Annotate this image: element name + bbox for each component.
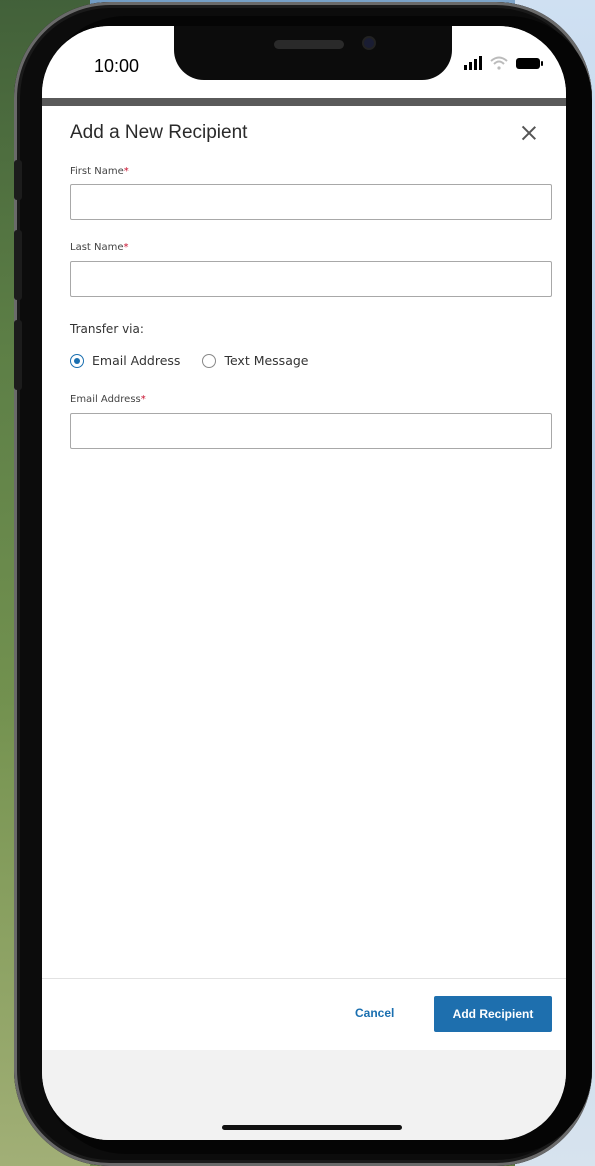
last-name-label: Last Name* — [70, 242, 129, 253]
home-indicator[interactable] — [222, 1125, 402, 1130]
modal-title: Add a New Recipient — [70, 122, 248, 143]
email-label-text: Email Address — [70, 394, 141, 405]
radio-button-selected[interactable] — [70, 353, 84, 368]
wifi-icon — [490, 56, 508, 70]
phone-screen: 10:00 Add a New Recipient First Name* La… — [42, 26, 566, 1140]
required-mark: * — [123, 242, 129, 253]
footer-divider — [42, 978, 566, 979]
speaker — [274, 40, 344, 49]
required-mark: * — [140, 394, 146, 405]
radio-email-label: Email Address — [92, 353, 181, 368]
radio-text-label: Text Message — [224, 353, 309, 368]
last-name-field[interactable] — [70, 261, 552, 297]
cancel-button[interactable]: Cancel — [355, 1006, 394, 1020]
cellular-signal-icon — [464, 56, 482, 70]
close-icon[interactable] — [518, 122, 540, 144]
battery-icon — [516, 57, 543, 69]
radio-email-address[interactable]: Email Address — [70, 353, 180, 368]
first-name-label-text: First Name — [70, 166, 124, 177]
radio-text-message[interactable]: Text Message — [202, 353, 308, 368]
last-name-label-text: Last Name — [70, 242, 124, 253]
status-time: 10:00 — [94, 56, 140, 76]
email-field[interactable] — [70, 413, 552, 449]
front-camera — [362, 36, 376, 50]
volume-up-button — [14, 230, 22, 300]
transfer-via-label: Transfer via: — [70, 322, 144, 336]
status-bar: 10:00 — [42, 26, 566, 100]
required-mark: * — [123, 166, 129, 177]
modal-header: Add a New Recipient — [70, 122, 540, 152]
notch — [174, 26, 452, 80]
transfer-via-radio-group: Email Address Text Message — [70, 353, 330, 368]
mute-switch — [14, 160, 22, 200]
status-icons — [464, 56, 543, 70]
email-label: Email Address* — [70, 394, 146, 405]
header-divider — [42, 98, 566, 106]
add-recipient-button[interactable]: Add Recipient — [434, 996, 552, 1032]
first-name-label: First Name* — [70, 166, 129, 177]
volume-down-button — [14, 320, 22, 390]
radio-button[interactable] — [202, 353, 217, 368]
first-name-field[interactable] — [70, 184, 552, 220]
